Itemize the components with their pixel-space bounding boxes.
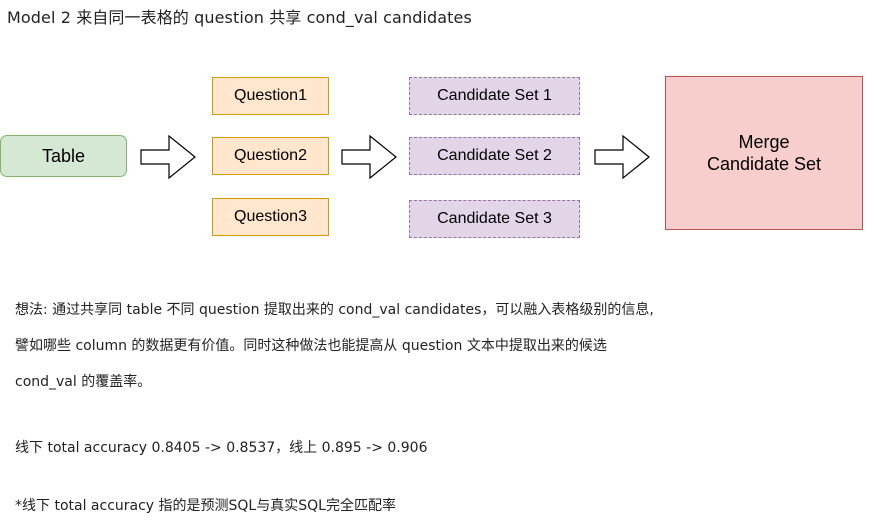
question-node-3: Question3: [212, 198, 329, 236]
idea-text-line-2: 譬如哪些 column 的数据更有价值。同时这种做法也能提高从 question…: [15, 338, 607, 354]
question-node-1: Question1: [212, 77, 329, 115]
question-node-2: Question2: [212, 137, 329, 175]
notes-section: 想法: 通过共享同 table 不同 question 提取出来的 cond_v…: [15, 292, 875, 524]
arrow-right-icon: [341, 134, 397, 180]
idea-text-line-3: cond_val 的覆盖率。: [15, 374, 152, 390]
arrow-right-icon: [140, 134, 196, 180]
table-node: Table: [0, 135, 127, 177]
footnote-text: *线下 total accuracy 指的是预测SQL与真实SQL完全匹配率: [15, 498, 396, 514]
candidate-set-node-3: Candidate Set 3: [409, 200, 580, 238]
flow-diagram: Table Question1 Question2 Question3 Cand…: [0, 0, 884, 260]
arrow-right-icon: [594, 134, 650, 180]
candidate-set-node-1: Candidate Set 1: [409, 77, 580, 115]
accuracy-text: 线下 total accuracy 0.8405 -> 0.8537，线上 0.…: [15, 440, 428, 456]
candidate-set-node-2: Candidate Set 2: [409, 137, 580, 175]
merge-candidate-set-node: Merge Candidate Set: [665, 76, 863, 230]
idea-text-line-1: 想法: 通过共享同 table 不同 question 提取出来的 cond_v…: [15, 302, 654, 318]
